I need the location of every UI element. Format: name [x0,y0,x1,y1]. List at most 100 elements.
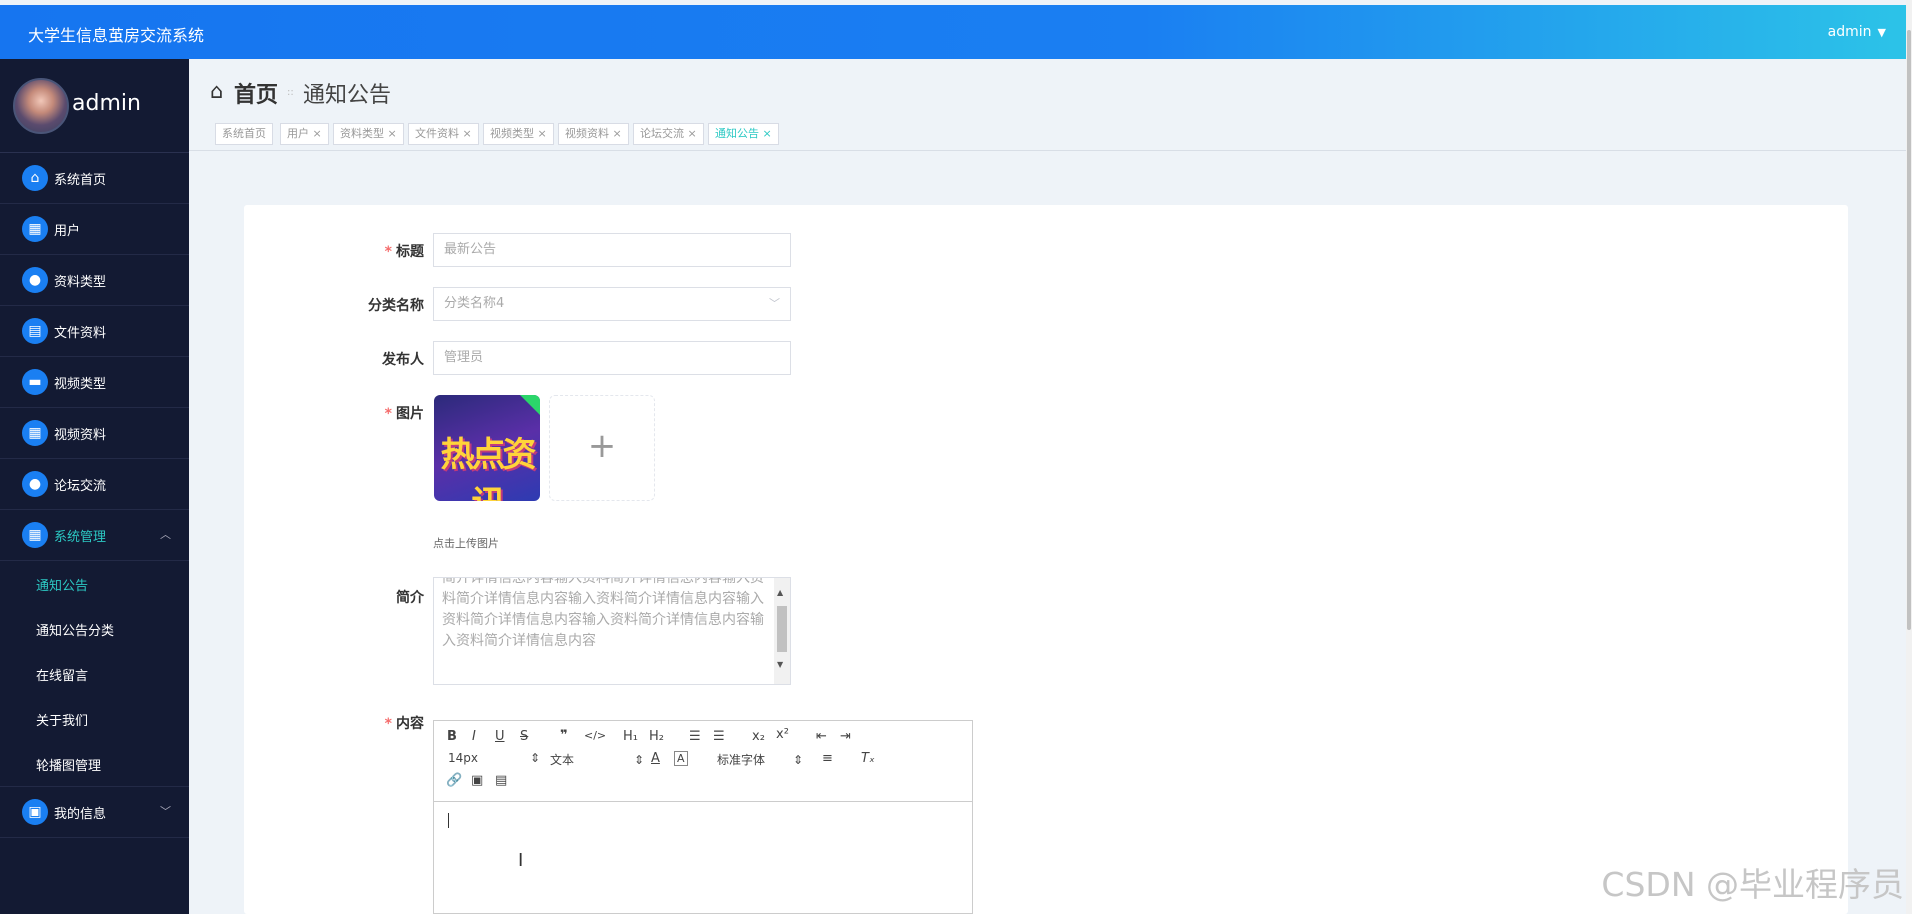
home-icon: ⌂ [210,79,224,103]
image-icon[interactable]: ▣ [471,773,483,788]
scroll-up-icon[interactable]: ▲ [777,582,783,603]
italic-icon[interactable]: I [472,729,476,744]
close-icon[interactable]: × [388,127,397,140]
bulb-icon: ● [22,471,48,497]
bullet-list-icon[interactable]: ☰ [713,729,725,744]
calendar-icon: ▣ [22,799,48,825]
sidebar: admin ⌂ 系统首页 ▦ 用户 ● 资料类型 ▤ 文件资料 ▬ 视频类型 ▦… [0,59,189,914]
font-size-select[interactable]: 14px ⇕ [448,751,540,765]
sidebar-item-video-types[interactable]: ▬ 视频类型 [0,357,189,408]
close-icon[interactable]: × [313,127,322,140]
sidebar-item-system[interactable]: ▦ 系统管理 ︿ [0,510,189,561]
video-icon[interactable]: ▤ [495,773,507,788]
image-text: 热点资讯 [440,435,537,501]
submenu-item-notices[interactable]: 通知公告 [0,561,189,606]
superscript-icon[interactable]: x² [776,727,789,742]
title-input[interactable]: 最新公告 [433,233,791,267]
subscript-icon[interactable]: x₂ [752,729,765,744]
tag-videos[interactable]: 视频资料 × [558,123,629,145]
outdent-icon[interactable]: ⇤ [816,729,827,744]
submenu-item-messages[interactable]: 在线留言 [0,651,189,696]
sidebar-item-forum[interactable]: ● 论坛交流 [0,459,189,510]
strikethrough-icon[interactable]: S [520,729,528,744]
scrollbar-thumb[interactable] [1907,30,1911,630]
grid-icon: ▦ [22,216,48,242]
code-icon[interactable]: </> [584,729,606,742]
close-icon[interactable]: × [463,127,472,140]
sidebar-item-label: 资料类型 [54,275,107,290]
sidebar-item-label: 系统管理 [54,530,107,545]
tag-forum[interactable]: 论坛交流 × [633,123,704,145]
close-icon[interactable]: × [763,127,772,140]
link-icon[interactable]: 🔗 [446,773,462,788]
intro-textarea[interactable]: 简介详情信息内容输入资料简介详情信息内容输入资料简介详情信息内容输入资料简介详情… [433,577,791,685]
text-cursor [448,813,449,828]
header-select[interactable]: 文本 ⇕ [550,751,644,768]
sidebar-item-home[interactable]: ⌂ 系统首页 [0,153,189,204]
submenu-item-label: 关于我们 [36,714,89,729]
category-value: 分类名称4 [444,296,505,311]
close-icon[interactable]: × [538,127,547,140]
submenu-item-notice-categories[interactable]: 通知公告分类 [0,606,189,651]
breadcrumb-separator: :: [287,87,294,98]
submenu-item-label: 通知公告 [36,579,89,594]
close-icon[interactable]: × [688,127,697,140]
scroll-down-icon[interactable]: ▼ [777,654,783,675]
ordered-list-icon[interactable]: ☰ [689,729,701,744]
clear-format-icon[interactable]: Tₓ [861,751,875,766]
align-icon[interactable]: ≡ [822,751,833,766]
background-color-icon[interactable]: A [674,751,688,766]
publisher-input[interactable]: 管理员 [433,341,791,375]
required-mark: * [384,406,392,422]
sidebar-item-my-info[interactable]: ▣ 我的信息 ﹀ [0,786,189,838]
sidebar-item-label: 我的信息 [54,807,107,822]
tag-home[interactable]: 系统首页 [215,123,273,145]
user-menu[interactable]: admin ▼ [1828,24,1886,40]
chevron-down-icon: ﹀ [160,805,171,818]
blockquote-icon[interactable]: ❞ [560,728,568,743]
breadcrumb-home[interactable]: 首页 [234,77,278,109]
underline-icon[interactable]: U [495,729,505,744]
category-select[interactable]: 分类名称4 ﹀ [433,287,791,321]
text-color-icon[interactable]: A [651,751,660,766]
sidebar-item-label: 视频资料 [54,428,107,443]
font-size-value: 14px [448,751,478,765]
heading1-icon[interactable]: H₁ [623,729,638,744]
submenu-item-about[interactable]: 关于我们 [0,696,189,741]
page-scrollbar[interactable] [1906,0,1912,914]
font-family-value: 标准字体 [717,753,766,767]
tag-label: 通知公告 [715,127,759,140]
tag-notices[interactable]: 通知公告 × [708,123,779,145]
upload-add-button[interactable]: + [549,395,655,501]
select-arrows-icon: ⇕ [793,753,804,767]
person-icon: ● [22,267,48,293]
watermark: CSDN @毕业程序员 [1601,865,1904,904]
rich-text-editor[interactable]: B I U S ❞ </> H₁ H₂ ☰ ☰ x₂ x² ⇤ ⇥ 14px ⇕ … [433,720,973,914]
scrollbar-thumb[interactable] [777,606,787,652]
close-icon[interactable]: × [613,127,622,140]
sidebar-item-material-types[interactable]: ● 资料类型 [0,255,189,306]
home-icon: ⌂ [22,165,48,191]
clipboard-icon: ▤ [22,318,48,344]
chat-icon: ▬ [22,369,48,395]
tag-label: 文件资料 [415,127,459,140]
sidebar-item-users[interactable]: ▦ 用户 [0,204,189,255]
sidebar-item-videos[interactable]: ▦ 视频资料 [0,408,189,459]
sidebar-item-label: 系统首页 [54,173,107,188]
tags-bar: 系统首页 用户 × 资料类型 × 文件资料 × 视频类型 × 视频资料 × 论坛… [189,122,1906,151]
sidebar-item-files[interactable]: ▤ 文件资料 [0,306,189,357]
textarea-scrollbar[interactable]: ▲ ▼ [774,578,790,684]
publisher-label: 发布人 [382,352,424,368]
indent-icon[interactable]: ⇥ [840,729,851,744]
tag-video-types[interactable]: 视频类型 × [483,123,554,145]
bold-icon[interactable]: B [447,729,457,744]
tag-material-types[interactable]: 资料类型 × [333,123,404,145]
tag-label: 论坛交流 [640,127,684,140]
font-family-select[interactable]: 标准字体 ⇕ [717,751,803,768]
uploaded-image-thumbnail[interactable]: 热点资讯 [434,395,540,501]
tag-users[interactable]: 用户 × [280,123,329,145]
submenu-item-carousel[interactable]: 轮播图管理 [0,741,189,786]
tag-files[interactable]: 文件资料 × [408,123,479,145]
submenu-item-label: 在线留言 [36,669,89,684]
heading2-icon[interactable]: H₂ [649,729,664,744]
